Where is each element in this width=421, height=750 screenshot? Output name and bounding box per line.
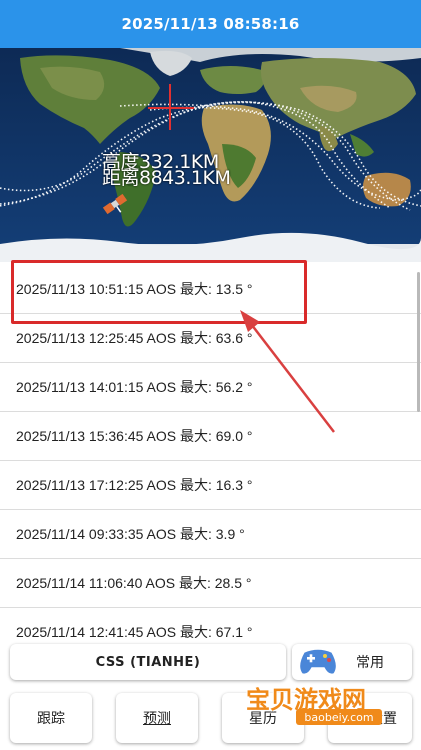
world-map[interactable]: 高度332.1KM 距离8843.1KM xyxy=(0,48,421,262)
pass-row[interactable]: 2025/11/14 09:33:35 AOS 最大: 3.9 ° xyxy=(0,510,421,559)
header-bar: 2025/11/13 08:58:16 xyxy=(0,0,421,48)
pass-row[interactable]: 2025/11/13 14:01:15 AOS 最大: 56.2 ° xyxy=(0,363,421,412)
satellite-distance: 距离8843.1KM xyxy=(102,167,231,189)
pass-row[interactable]: 2025/11/13 17:12:25 AOS 最大: 16.3 ° xyxy=(0,461,421,510)
list-scrollbar[interactable] xyxy=(417,272,420,412)
pass-row[interactable]: 2025/11/14 11:06:40 AOS 最大: 28.5 ° xyxy=(0,559,421,608)
watermark-url: baobeiy.com xyxy=(296,709,382,725)
satellite-icon xyxy=(102,193,128,215)
pass-row[interactable]: 2025/11/13 10:51:15 AOS 最大: 13.5 ° xyxy=(0,265,421,314)
predict-button[interactable]: 预测 xyxy=(116,693,198,743)
gamepad-icon xyxy=(298,648,338,676)
pass-row[interactable]: 2025/11/14 12:41:45 AOS 最大: 67.1 ° xyxy=(0,608,421,638)
pass-prediction-list[interactable]: 2025/11/13 10:51:15 AOS 最大: 13.5 ° 2025/… xyxy=(0,262,421,638)
pass-row[interactable]: 2025/11/13 12:25:45 AOS 最大: 63.6 ° xyxy=(0,314,421,363)
satellite-select-button[interactable]: CSS (TIANHE) xyxy=(10,644,286,680)
current-datetime: 2025/11/13 08:58:16 xyxy=(121,15,300,33)
pass-row[interactable]: 2025/11/13 15:36:45 AOS 最大: 69.0 ° xyxy=(0,412,421,461)
track-button[interactable]: 跟踪 xyxy=(10,693,92,743)
